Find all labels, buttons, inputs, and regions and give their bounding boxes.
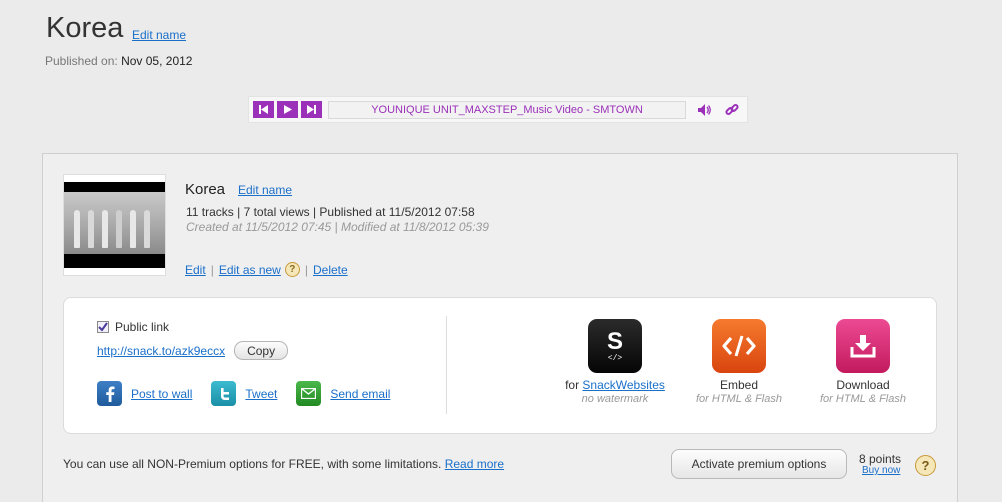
email-icon — [296, 381, 322, 406]
previous-track-button[interactable] — [253, 101, 274, 118]
previous-icon — [259, 105, 268, 114]
checkmark-icon — [98, 322, 108, 332]
export-label: Download — [836, 378, 890, 392]
export-prefix: for — [565, 378, 583, 392]
share-url-link[interactable]: http://snack.to/azk9eccx — [97, 344, 225, 358]
copy-button[interactable]: Copy — [234, 341, 289, 360]
export-sub: no watermark — [581, 393, 649, 405]
share-box: Public link http://snack.to/azk9eccx Cop… — [63, 297, 937, 434]
export-sub: for HTML & Flash — [820, 393, 906, 405]
snackwebsites-link[interactable]: SnackWebsites — [582, 378, 664, 392]
separator: | — [304, 262, 308, 277]
download-icon — [836, 319, 890, 373]
published-date: Nov 05, 2012 — [121, 54, 193, 68]
playlist-dates: Created at 11/5/2012 07:45 | Modified at… — [186, 220, 489, 234]
svg-text:</>: </> — [608, 354, 623, 363]
post-to-wall-link[interactable]: Post to wall — [131, 387, 192, 401]
link-button[interactable] — [724, 102, 740, 118]
points-count: 8 points — [859, 452, 902, 466]
public-link-label: Public link — [115, 320, 170, 334]
link-icon — [725, 103, 739, 115]
export-embed[interactable]: Embed for HTML & Flash — [669, 319, 809, 405]
share-url-row: http://snack.to/azk9eccx Copy — [97, 341, 289, 360]
playlist-stats: 11 tracks | 7 total views | Published at… — [186, 205, 475, 219]
embed-icon — [712, 319, 766, 373]
twitter-share[interactable]: Tweet — [211, 381, 277, 406]
playlist-edit-name-link[interactable]: Edit name — [238, 183, 292, 197]
published-info: Published on: Nov 05, 2012 — [45, 54, 192, 68]
export-download[interactable]: Download for HTML & Flash — [793, 319, 933, 405]
edit-link[interactable]: Edit — [185, 263, 206, 277]
buy-now-link[interactable]: Buy now — [862, 465, 900, 476]
volume-button[interactable] — [696, 102, 712, 118]
export-snackwebsites[interactable]: S </> for SnackWebsites no watermark — [545, 319, 685, 405]
play-icon — [283, 105, 292, 114]
read-more-link[interactable]: Read more — [445, 457, 504, 471]
play-button[interactable] — [277, 101, 298, 118]
track-title: YOUNIQUE UNIT_MAXSTEP_Music Video - SMTO… — [328, 100, 686, 119]
next-track-button[interactable] — [301, 101, 322, 118]
snack-websites-icon: S </> — [588, 319, 642, 373]
free-options-text: You can use all NON-Premium options for … — [63, 457, 442, 471]
thumbnail-image — [64, 182, 165, 268]
svg-text:S: S — [607, 329, 623, 355]
free-options-note: You can use all NON-Premium options for … — [63, 457, 504, 471]
playlist-thumbnail[interactable] — [63, 174, 166, 276]
facebook-share[interactable]: Post to wall — [97, 381, 192, 406]
help-icon[interactable]: ? — [284, 262, 300, 277]
edit-as-new-link[interactable]: Edit as new — [219, 263, 281, 277]
separator: | — [210, 262, 214, 277]
facebook-icon — [97, 381, 122, 406]
delete-link[interactable]: Delete — [313, 263, 348, 277]
public-link-row: Public link — [97, 320, 169, 334]
export-label: Embed — [719, 378, 759, 392]
published-label: Published on: — [45, 54, 118, 68]
export-sub: for HTML & Flash — [696, 393, 782, 405]
twitter-icon — [211, 381, 237, 406]
send-email-link[interactable]: Send email — [330, 387, 390, 401]
playlist-panel: Korea Edit name 11 tracks | 7 total view… — [42, 153, 958, 502]
playlist-title: Korea — [185, 181, 226, 198]
email-share[interactable]: Send email — [296, 381, 390, 406]
next-icon — [307, 105, 316, 114]
social-share-row: Post to wall Tweet Send email — [97, 381, 409, 406]
volume-icon — [698, 103, 711, 116]
divider — [446, 316, 447, 414]
help-icon[interactable]: ? — [915, 455, 936, 476]
playlist-actions: Edit | Edit as new ? | Delete — [185, 262, 348, 277]
page-title: Korea — [46, 12, 124, 44]
public-link-checkbox[interactable] — [97, 321, 109, 333]
audio-player: YOUNIQUE UNIT_MAXSTEP_Music Video - SMTO… — [248, 96, 748, 123]
tweet-link[interactable]: Tweet — [245, 387, 277, 401]
edit-name-link[interactable]: Edit name — [132, 28, 186, 42]
activate-premium-button[interactable]: Activate premium options — [671, 449, 847, 479]
